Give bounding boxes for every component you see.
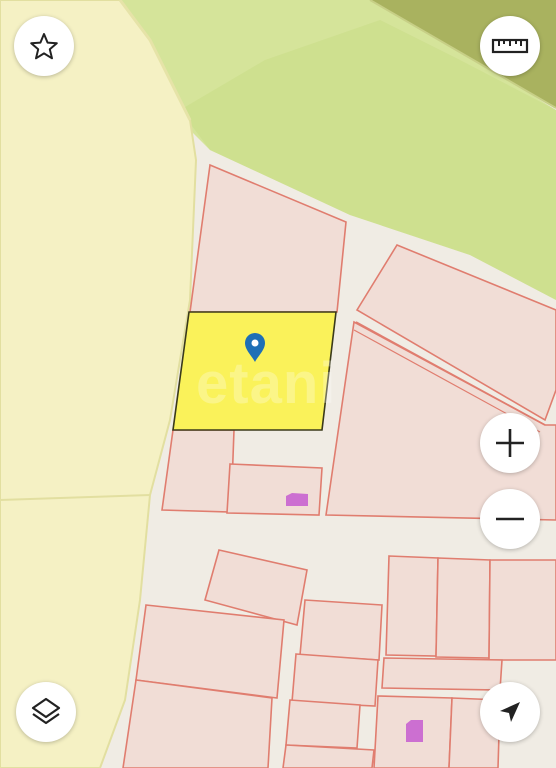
layers-button[interactable] [16,682,76,742]
plus-icon [496,429,524,457]
selected-parcel[interactable] [172,311,337,431]
parcel[interactable] [282,744,375,768]
parcel[interactable] [488,559,556,661]
parcel[interactable] [381,657,503,691]
parcel[interactable] [385,555,439,657]
navigation-arrow-icon [500,702,520,722]
parcel[interactable] [291,653,379,707]
parcel[interactable] [299,599,383,661]
map-canvas[interactable] [0,0,556,768]
layers-icon [31,697,61,725]
ruler-button[interactable] [480,16,540,76]
minus-icon [496,517,524,521]
star-icon [30,33,58,60]
zoom-out-button[interactable] [480,489,540,549]
locate-button[interactable] [480,682,540,742]
ruler-icon [491,38,529,54]
parcel[interactable] [226,463,323,516]
parcel[interactable] [435,557,491,659]
building [286,493,308,506]
zoom-in-button[interactable] [480,413,540,473]
parcel[interactable] [285,699,361,749]
parcel[interactable] [161,429,235,513]
favorite-button[interactable] [14,16,74,76]
map-view[interactable]: etani [0,0,556,768]
building [406,720,423,742]
